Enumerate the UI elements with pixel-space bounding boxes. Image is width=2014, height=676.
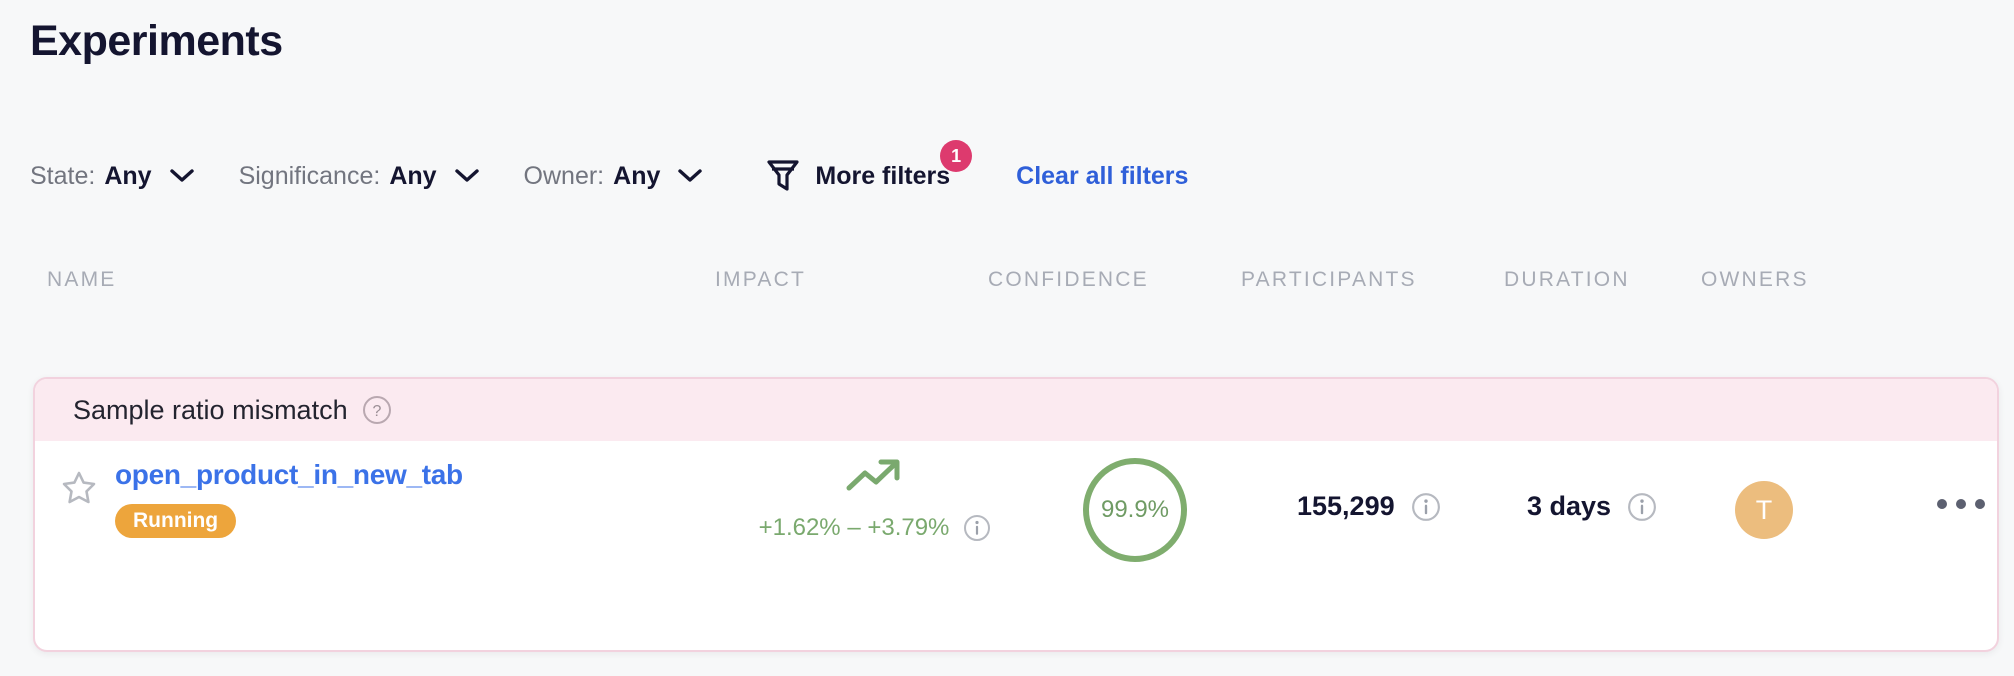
confidence-ring: 99.9% [1083, 458, 1187, 562]
info-circle-icon[interactable] [1411, 492, 1441, 522]
sample-ratio-mismatch-banner: Sample ratio mismatch ? [35, 379, 1997, 441]
impact-range-value: +1.62% – +3.79% [758, 514, 950, 541]
filter-bar: State: Any Significance: Any Owner: Any … [30, 140, 1188, 197]
impact-range-row: +1.62% – +3.79% [759, 514, 992, 542]
filter-state[interactable]: State: Any [30, 162, 195, 191]
duration-value: 3 days [1527, 491, 1612, 521]
confidence-value: 99.9% [1100, 496, 1170, 523]
info-circle-icon[interactable] [1627, 492, 1657, 522]
filter-significance-label: Significance: [238, 161, 381, 190]
more-filters-badge: 1 [940, 140, 973, 172]
experiment-name-cell: open_product_in_new_tab Running [60, 459, 463, 538]
overflow-dot [1937, 499, 1947, 509]
clear-all-filters-button[interactable]: Clear all filters [1016, 162, 1188, 191]
column-header-duration: DURATION [1504, 268, 1630, 291]
column-header-name: NAME [47, 268, 117, 291]
status-badge: Running [115, 504, 237, 538]
svg-text:?: ? [372, 403, 381, 420]
info-circle-icon[interactable] [963, 514, 991, 542]
filter-significance[interactable]: Significance: Any [239, 162, 480, 191]
more-horizontal-icon[interactable] [1937, 499, 1985, 509]
filter-owner[interactable]: Owner: Any [524, 162, 704, 191]
chevron-down-icon [169, 168, 195, 184]
participants-value: 155,299 [1297, 491, 1395, 521]
chevron-down-icon [454, 168, 480, 184]
filter-owner-label: Owner: [523, 161, 605, 190]
trending-up-icon [843, 455, 907, 502]
participants-cell: 155,299 [1297, 491, 1441, 522]
table-row: open_product_in_new_tab Running +1.62% –… [35, 441, 1997, 650]
question-circle-icon[interactable]: ? [362, 395, 392, 425]
filter-owner-value: Any [613, 161, 661, 190]
avatar[interactable]: T [1735, 481, 1793, 539]
experiment-name-link[interactable]: open_product_in_new_tab [115, 459, 463, 491]
overflow-dot [1956, 499, 1966, 509]
impact-cell: +1.62% – +3.79% [735, 455, 1015, 542]
star-outline-icon[interactable] [60, 469, 98, 507]
filter-state-label: State: [30, 161, 96, 190]
experiment-card[interactable]: Sample ratio mismatch ? open_product_in_… [33, 377, 1999, 652]
column-header-owners: OWNERS [1701, 268, 1809, 291]
page-title: Experiments [30, 17, 283, 65]
column-header-participants: PARTICIPANTS [1241, 268, 1417, 291]
banner-text: Sample ratio mismatch [73, 394, 348, 425]
column-header-impact: IMPACT [715, 268, 806, 291]
table-column-headers: NAME IMPACT CONFIDENCE PARTICIPANTS DURA… [0, 268, 2014, 298]
more-filters-button[interactable]: More filters 1 [765, 140, 973, 195]
overflow-dot [1975, 499, 1985, 509]
filter-significance-value: Any [389, 161, 437, 190]
filter-state-value: Any [104, 161, 152, 190]
chevron-down-icon [677, 168, 703, 184]
column-header-confidence: CONFIDENCE [988, 268, 1149, 291]
duration-cell: 3 days [1527, 491, 1657, 522]
funnel-icon [765, 157, 801, 195]
more-filters-label: More filters [815, 161, 951, 190]
